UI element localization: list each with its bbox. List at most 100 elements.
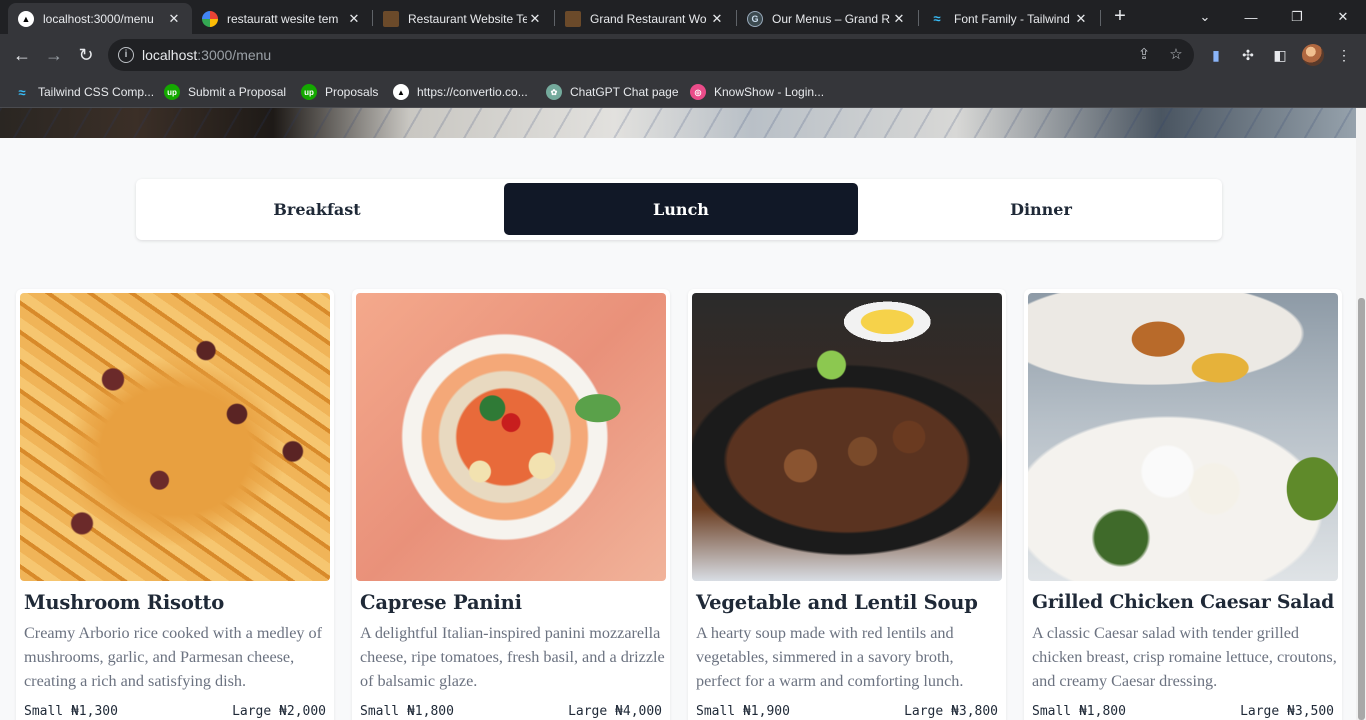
menu-category-tabs: Breakfast Lunch Dinner	[136, 179, 1222, 240]
tailwind-icon: ≈	[933, 11, 941, 26]
browser-tab-grand-restaurant[interactable]: Grand Restaurant Wo ✕	[555, 3, 735, 34]
avatar[interactable]	[1302, 44, 1324, 66]
bookmark-chatgpt[interactable]: ✿ ChatGPT Chat page	[546, 82, 679, 102]
browser-toolbar: ← → ↻ i localhost:3000/menu ⇪ ☆ ▮ ✣ ◧ ⋮	[0, 34, 1366, 76]
nextjs-icon: ▲	[18, 10, 34, 27]
price-row: Small ₦1,900 Large ₦3,800	[696, 704, 998, 720]
bookmark-label: KnowShow - Login...	[714, 85, 825, 99]
extension-icon[interactable]: ▮	[1206, 45, 1226, 65]
minimize-button[interactable]: —	[1228, 0, 1274, 34]
puzzle-icon[interactable]: ✣	[1238, 45, 1258, 65]
upwork-icon: up	[301, 84, 317, 100]
bookmark-proposals[interactable]: up Proposals	[301, 82, 378, 102]
dish-image	[1028, 293, 1338, 581]
dish-name: Mushroom Risotto	[24, 591, 225, 614]
large-price: Large ₦3,500	[1240, 704, 1334, 719]
forward-arrow-icon[interactable]: →	[40, 41, 68, 69]
small-price: Small ₦1,900	[696, 704, 790, 719]
address-url[interactable]: localhost:3000/menu	[142, 47, 271, 63]
close-icon[interactable]: ✕	[1073, 11, 1089, 27]
dish-description: A hearty soup made with red lentils and …	[696, 624, 964, 690]
bookmarks-bar: ≈ Tailwind CSS Comp... up Submit a Propo…	[0, 76, 1366, 108]
bookmark-submit-proposal[interactable]: up Submit a Proposal	[164, 82, 286, 102]
close-icon[interactable]: ✕	[166, 11, 182, 27]
browser-tab-tailwind[interactable]: ≈ Font Family - Tailwind ✕	[919, 3, 1099, 34]
browser-tab-restaurant-template[interactable]: Restaurant Website Te ✕	[373, 3, 553, 34]
small-price: Small ₦1,300	[24, 704, 118, 719]
site-info-icon[interactable]: i	[118, 47, 134, 63]
google-icon	[202, 10, 218, 27]
back-arrow-icon[interactable]: ←	[8, 41, 36, 69]
tab-divider	[1100, 10, 1101, 26]
share-icon[interactable]: ⇪	[1134, 45, 1154, 65]
bookmark-label: Submit a Proposal	[188, 85, 287, 99]
tab-title: Font Family - Tailwind	[954, 11, 1070, 26]
dish-name: Caprese Panini	[360, 591, 522, 614]
bookmark-convertio[interactable]: ▲ https://convertio.co...	[393, 82, 528, 102]
side-panel-icon[interactable]: ◧	[1270, 45, 1290, 65]
dish-description: A delightful Italian-inspired panini moz…	[360, 624, 665, 690]
tab-search-icon[interactable]: ⌄	[1182, 0, 1228, 34]
dribbble-icon: ◎	[690, 84, 706, 100]
large-price: Large ₦3,800	[904, 704, 998, 719]
dish-description: Creamy Arborio rice cooked with a medley…	[24, 624, 323, 690]
dish-image	[20, 293, 330, 581]
url-host: localhost	[142, 47, 198, 63]
close-icon[interactable]: ✕	[346, 11, 362, 27]
scrollbar-thumb[interactable]	[1358, 298, 1365, 720]
dish-image	[356, 293, 666, 581]
dish-name: Vegetable and Lentil Soup	[696, 591, 978, 614]
bookmark-knowshow[interactable]: ◎ KnowShow - Login...	[690, 82, 824, 102]
bookmark-star-icon[interactable]: ☆	[1166, 45, 1186, 65]
price-row: Small ₦1,300 Large ₦2,000	[24, 704, 326, 720]
menu-item-card[interactable]: Mushroom Risotto Creamy Arborio rice coo…	[16, 289, 334, 720]
tab-title: Restaurant Website Te	[408, 11, 527, 26]
restaurant-site-icon	[565, 10, 581, 27]
reload-icon[interactable]: ↻	[72, 41, 100, 69]
bookmark-tailwind[interactable]: ≈ Tailwind CSS Comp...	[14, 82, 154, 102]
bookmark-label: Proposals	[325, 85, 379, 99]
browser-tab-our-menus[interactable]: G Our Menus – Grand R ✕	[737, 3, 917, 34]
price-row: Small ₦1,800 Large ₦3,500	[1032, 704, 1334, 720]
tab-lunch[interactable]: Lunch	[504, 183, 858, 235]
close-icon[interactable]: ✕	[891, 11, 907, 27]
close-window-button[interactable]: ✕	[1320, 0, 1366, 34]
tab-title: Grand Restaurant Wo	[590, 11, 707, 26]
dish-image	[692, 293, 1002, 581]
browser-tab-google[interactable]: restauratt wesite tem ✕	[192, 3, 372, 34]
new-tab-button[interactable]: +	[1108, 5, 1132, 29]
dish-name: Grilled Chicken Caesar Salad	[1032, 591, 1335, 613]
address-bar[interactable]: i localhost:3000/menu ⇪ ☆	[108, 39, 1194, 71]
price-row: Small ₦1,800 Large ₦4,000	[360, 704, 662, 720]
tab-title: Our Menus – Grand R	[772, 11, 891, 26]
url-path: :3000/menu	[197, 47, 272, 63]
menu-item-card[interactable]: Grilled Chicken Caesar Salad A classic C…	[1024, 289, 1342, 720]
tab-breakfast[interactable]: Breakfast	[140, 183, 494, 235]
bookmark-label: ChatGPT Chat page	[570, 85, 679, 99]
restaurant-site-icon	[383, 10, 399, 27]
small-price: Small ₦1,800	[1032, 704, 1126, 719]
dish-description: A classic Caesar salad with tender grill…	[1032, 624, 1337, 690]
more-menu-icon[interactable]: ⋮	[1334, 45, 1354, 65]
restore-button[interactable]: ❐	[1274, 0, 1320, 34]
menu-item-card[interactable]: Vegetable and Lentil Soup A hearty soup …	[688, 289, 1006, 720]
small-price: Small ₦1,800	[360, 704, 454, 719]
page-scrollbar[interactable]	[1356, 108, 1366, 720]
hero-banner-image	[0, 108, 1366, 138]
browser-tab-strip: ▲ localhost:3000/menu ✕ restauratt wesit…	[0, 0, 1366, 34]
large-price: Large ₦4,000	[568, 704, 662, 719]
tab-title: restauratt wesite tem	[227, 11, 339, 26]
tab-dinner[interactable]: Dinner	[864, 183, 1218, 235]
convertio-icon: ▲	[393, 84, 409, 100]
large-price: Large ₦2,000	[232, 704, 326, 719]
page-viewport: Breakfast Lunch Dinner Mushroom Risotto …	[0, 108, 1366, 720]
chatgpt-icon: ✿	[546, 84, 562, 100]
close-icon[interactable]: ✕	[709, 11, 725, 27]
close-icon[interactable]: ✕	[527, 11, 543, 27]
tailwind-icon: ≈	[18, 84, 26, 100]
menu-item-card[interactable]: Caprese Panini A delightful Italian-insp…	[352, 289, 670, 720]
browser-tab-menu[interactable]: ▲ localhost:3000/menu ✕	[8, 3, 192, 34]
grand-restaurant-icon: G	[747, 10, 763, 27]
bookmark-label: Tailwind CSS Comp...	[38, 85, 155, 99]
tab-title: localhost:3000/menu	[43, 11, 154, 26]
